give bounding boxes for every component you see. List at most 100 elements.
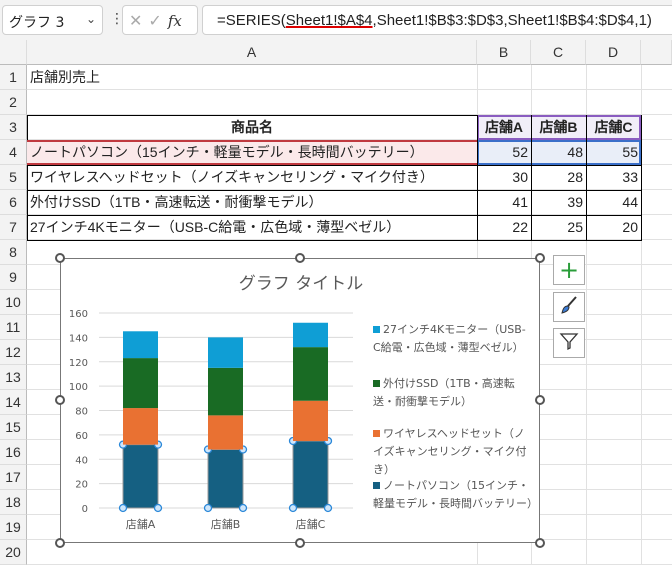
formula-prefix: =SERIES( bbox=[217, 12, 286, 29]
x-tick-label: 店舗B bbox=[211, 517, 241, 531]
chart-filters-button[interactable] bbox=[553, 328, 585, 358]
table-cell[interactable]: 48 bbox=[531, 140, 586, 165]
table-cell[interactable]: ワイヤレスヘッドセット（ノイズキャンセリング・マイク付き） bbox=[27, 165, 477, 190]
bar-segment bbox=[123, 408, 158, 445]
y-tick-label: 80 bbox=[75, 407, 88, 418]
row-header[interactable]: 7 bbox=[0, 215, 27, 240]
row-header[interactable]: 15 bbox=[0, 415, 27, 440]
formula-input[interactable]: =SERIES(Sheet1!$A$4,Sheet1!$B$3:$D$3,She… bbox=[202, 5, 672, 35]
y-tick-label: 60 bbox=[75, 431, 88, 442]
table-cell[interactable]: 41 bbox=[477, 190, 531, 215]
row-header[interactable]: 20 bbox=[0, 540, 27, 565]
name-box[interactable]: グラフ 3 ⌄ bbox=[2, 5, 103, 35]
column-header-e[interactable] bbox=[641, 40, 672, 65]
table-cell[interactable]: 25 bbox=[531, 215, 586, 240]
y-tick-label: 140 bbox=[69, 333, 88, 344]
table-cell[interactable]: 44 bbox=[586, 190, 641, 215]
resize-handle[interactable] bbox=[55, 395, 65, 405]
column-header-b[interactable]: B bbox=[477, 40, 531, 65]
cell-a1[interactable]: 店舗別売上 bbox=[27, 65, 477, 90]
row-header[interactable]: 8 bbox=[0, 240, 27, 265]
legend-label: 27インチ4Kモニター（USB-C給電・広色域・薄型ベゼル） bbox=[373, 323, 526, 354]
legend-entry[interactable]: ワイヤレスヘッドセット（ノイズキャンセリング・マイク付き） bbox=[373, 425, 533, 479]
chart-styles-button[interactable] bbox=[553, 292, 585, 322]
row-header[interactable]: 12 bbox=[0, 340, 27, 365]
selection-handle[interactable] bbox=[153, 503, 163, 513]
legend-label: 外付けSSD（1TB・高速転送・耐衝撃モデル） bbox=[373, 377, 515, 408]
table-cell[interactable]: 52 bbox=[477, 140, 531, 165]
column-header-d[interactable]: D bbox=[586, 40, 641, 65]
row-header[interactable]: 13 bbox=[0, 365, 27, 390]
row-header[interactable]: 5 bbox=[0, 165, 27, 190]
resize-handle[interactable] bbox=[295, 253, 305, 263]
check-icon[interactable]: ✓ bbox=[148, 11, 167, 30]
legend-entry[interactable]: 外付けSSD（1TB・高速転送・耐衝撃モデル） bbox=[373, 375, 533, 411]
selection-handle[interactable] bbox=[118, 503, 128, 513]
resize-handle[interactable] bbox=[535, 395, 545, 405]
bar-segment bbox=[123, 331, 158, 359]
brush-icon bbox=[559, 295, 579, 319]
resize-handle[interactable] bbox=[55, 538, 65, 548]
table-cell[interactable]: 33 bbox=[586, 165, 641, 190]
legend-entry[interactable]: ノートパソコン（15インチ・軽量モデル・長時間バッテリー） bbox=[373, 477, 538, 513]
resize-handle[interactable] bbox=[295, 538, 305, 548]
table-cell[interactable]: 22 bbox=[477, 215, 531, 240]
y-tick-label: 120 bbox=[69, 358, 88, 369]
row-header[interactable]: 9 bbox=[0, 265, 27, 290]
selection-handle[interactable] bbox=[288, 503, 298, 513]
column-header-c[interactable]: C bbox=[531, 40, 586, 65]
column-header-a[interactable]: A bbox=[27, 40, 477, 65]
selection-handle[interactable] bbox=[238, 503, 248, 513]
chart-elements-button[interactable]: + bbox=[553, 255, 585, 285]
row-header[interactable]: 18 bbox=[0, 490, 27, 515]
legend-swatch bbox=[373, 430, 380, 437]
row-header[interactable]: 3 bbox=[0, 115, 27, 140]
bar-segment bbox=[293, 322, 328, 348]
bar-segment bbox=[207, 449, 244, 509]
row-header[interactable]: 16 bbox=[0, 440, 27, 465]
row-header[interactable]: 4 bbox=[0, 140, 27, 165]
table-cell[interactable]: 20 bbox=[586, 215, 641, 240]
chevron-down-icon[interactable]: ⌄ bbox=[86, 12, 96, 26]
row-header[interactable]: 2 bbox=[0, 90, 27, 115]
row-header[interactable]: 10 bbox=[0, 290, 27, 315]
row-header[interactable]: 1 bbox=[0, 65, 27, 90]
table-cell[interactable]: 30 bbox=[477, 165, 531, 190]
resize-handle[interactable] bbox=[535, 538, 545, 548]
table-cell[interactable]: 商品名 bbox=[27, 115, 477, 140]
table-cell[interactable]: ノートパソコン（15インチ・軽量モデル・長時間バッテリー） bbox=[27, 140, 477, 165]
formula-rest: ,Sheet1!$B$3:$D$3,Sheet1!$B$4:$D$4,1) bbox=[372, 12, 652, 29]
table-cell[interactable]: 店舗C bbox=[586, 115, 641, 140]
legend-label: ノートパソコン（15インチ・軽量モデル・長時間バッテリー） bbox=[373, 479, 538, 510]
y-tick-label: 40 bbox=[75, 455, 88, 466]
legend-entry[interactable]: 27インチ4Kモニター（USB-C給電・広色域・薄型ベゼル） bbox=[373, 321, 533, 357]
row-header[interactable]: 19 bbox=[0, 515, 27, 540]
chart[interactable]: 0 20 40 60 80 100 120 140 160 店舗A 店舗B 店舗C グラフ タイトル … bbox=[60, 258, 540, 543]
table-cell[interactable]: 27インチ4Kモニター（USB-C給電・広色域・薄型ベゼル） bbox=[27, 215, 477, 240]
table-cell[interactable]: 39 bbox=[531, 190, 586, 215]
x-icon[interactable]: ✕ bbox=[129, 11, 148, 30]
row-header[interactable]: 6 bbox=[0, 190, 27, 215]
resize-handle[interactable] bbox=[535, 253, 545, 263]
chart-title[interactable]: グラフ タイトル bbox=[61, 269, 541, 294]
bar-segment bbox=[208, 337, 243, 368]
table-cell[interactable]: 店舗A bbox=[477, 115, 531, 140]
x-tick-label: 店舗A bbox=[126, 517, 156, 531]
y-tick-label: 160 bbox=[69, 309, 88, 320]
row-header[interactable]: 11 bbox=[0, 315, 27, 340]
legend-swatch bbox=[373, 380, 380, 387]
table-cell[interactable]: 28 bbox=[531, 165, 586, 190]
row-header[interactable]: 17 bbox=[0, 465, 27, 490]
bar-segment bbox=[292, 440, 329, 509]
bar-segment bbox=[293, 400, 328, 441]
select-all-corner[interactable] bbox=[0, 40, 27, 65]
resize-handle[interactable] bbox=[55, 253, 65, 263]
fx-icon[interactable]: fx bbox=[168, 12, 182, 30]
row-header[interactable]: 14 bbox=[0, 390, 27, 415]
table-cell[interactable]: 店舗B bbox=[531, 115, 586, 140]
table-cell[interactable]: 外付けSSD（1TB・高速転送・耐衝撃モデル） bbox=[27, 190, 477, 215]
selection-handle[interactable] bbox=[323, 503, 333, 513]
table-cell[interactable]: 55 bbox=[586, 140, 641, 165]
bar-segment bbox=[208, 415, 243, 450]
selection-handle[interactable] bbox=[203, 503, 213, 513]
